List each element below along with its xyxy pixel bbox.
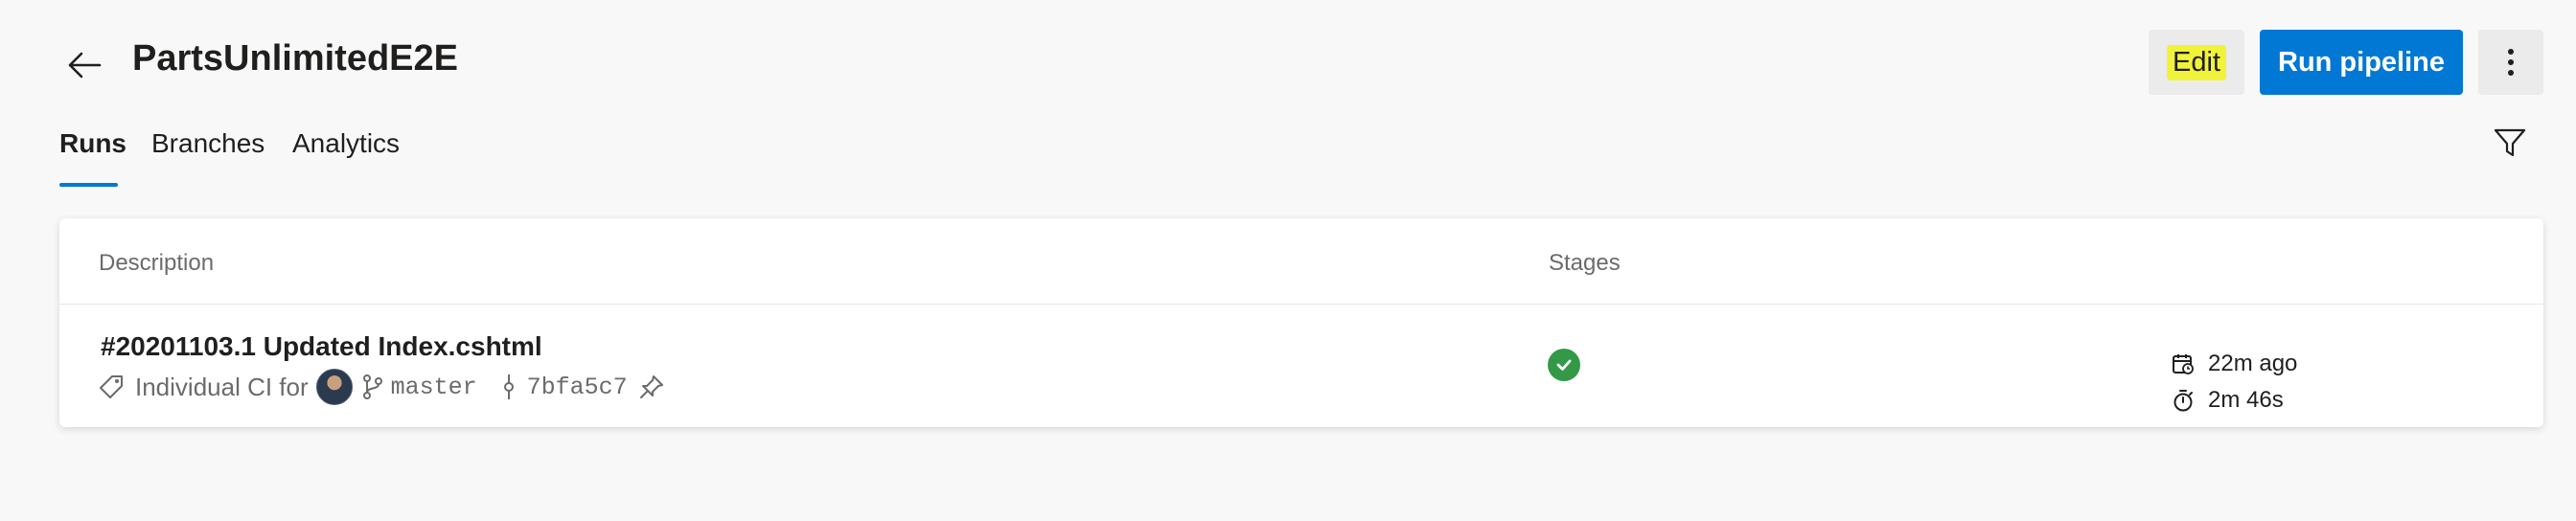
trigger-text: Individual CI for: [135, 372, 309, 401]
run-title-link[interactable]: #20201103.1 Updated Index.cshtml: [101, 329, 542, 364]
column-header-stages: Stages: [1549, 250, 1621, 276]
duration-text: 2m 46s: [2208, 387, 2284, 413]
commit-hash[interactable]: 7bfa5c7: [527, 374, 628, 401]
column-header-description: Description: [99, 250, 215, 276]
tab-runs[interactable]: Runs: [59, 125, 126, 163]
edit-button-label: Edit: [2167, 44, 2226, 80]
tab-branches[interactable]: Branches: [151, 125, 264, 163]
stage-succeeded-status[interactable]: [1548, 349, 1580, 381]
checkmark-circle-icon: [1556, 359, 1572, 371]
more-actions-button[interactable]: [2478, 30, 2543, 95]
run-meta: Individual CI for master 7bfa5c7: [99, 368, 664, 406]
more-vertical-icon: [2508, 49, 2514, 76]
run-duration: 2m 46s: [2172, 383, 2284, 418]
runs-table: Description Stages #20201103.1 Updated I…: [59, 218, 2543, 427]
arrow-left-icon: [68, 52, 102, 79]
tab-selected-indicator: [59, 183, 118, 187]
commit-icon: [502, 373, 516, 401]
header-divider: [59, 304, 2543, 305]
avatar: [315, 369, 353, 405]
page-title: PartsUnlimitedE2E: [132, 38, 458, 79]
edit-button[interactable]: Edit: [2149, 30, 2244, 95]
back-button[interactable]: [58, 38, 111, 92]
calendar-icon: [2173, 354, 2194, 374]
tab-analytics[interactable]: Analytics: [292, 125, 400, 163]
branch-icon: [362, 374, 383, 400]
time-ago-text: 22m ago: [2208, 351, 2298, 376]
filter-icon: [2494, 128, 2526, 157]
run-pipeline-button[interactable]: Run pipeline: [2260, 30, 2463, 95]
timer-icon: [2174, 390, 2193, 412]
branch-name[interactable]: master: [391, 374, 477, 401]
filter-button[interactable]: [2490, 123, 2530, 163]
run-time-ago: 22m ago: [2172, 347, 2297, 381]
tag-icon: [99, 374, 124, 399]
pin-icon[interactable]: [639, 374, 664, 399]
